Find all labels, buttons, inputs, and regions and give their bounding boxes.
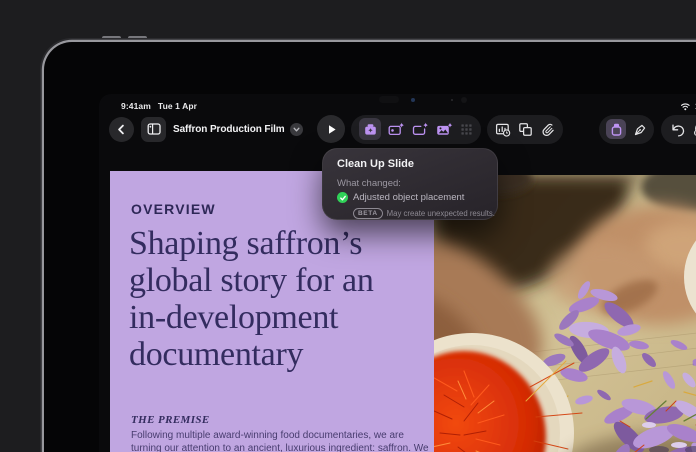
title-chevron-badge[interactable]	[290, 123, 303, 136]
insert-chart-icon	[495, 122, 511, 137]
rewrite-slide-button[interactable]	[388, 122, 405, 137]
beta-badge: BETA	[353, 208, 383, 219]
clean-up-tool-button[interactable]	[606, 119, 626, 139]
popup-change-text: Adjusted object placement	[353, 192, 464, 203]
camera-circle	[461, 97, 467, 103]
camera-pill	[379, 96, 399, 103]
camera-lens-icon	[411, 98, 415, 102]
status-bar-right: 100%	[680, 101, 696, 111]
document-title-menu[interactable]: Saffron Production Film	[173, 123, 303, 136]
back-button[interactable]	[109, 117, 134, 142]
clean-up-tool-icon	[609, 122, 624, 137]
chevron-down-icon	[292, 125, 301, 134]
status-bar-left: 9:41am Tue 1 Apr	[121, 101, 197, 111]
check-circle-icon	[337, 192, 348, 203]
layout-grid-icon-disabled	[460, 123, 473, 136]
toolbar-center	[317, 114, 563, 144]
image-playground-icon	[436, 122, 453, 137]
shapes-button[interactable]	[518, 122, 533, 137]
wifi-icon	[680, 102, 691, 111]
popup-subtitle: What changed:	[337, 178, 401, 189]
draw-button[interactable]	[632, 122, 647, 137]
image-playground-button[interactable]	[436, 122, 453, 137]
frame-sparkle-button[interactable]	[412, 122, 429, 137]
popup-title: Clean Up Slide	[337, 158, 414, 170]
play-icon	[325, 123, 338, 136]
screenshot-stage: 9:41am Tue 1 Apr 100% Saffron Pro	[0, 0, 696, 452]
slide-navigator-icon	[146, 121, 162, 137]
camera-sensor-dot	[451, 99, 453, 101]
rewrite-slide-icon	[388, 122, 405, 137]
status-date: Tue 1 Apr	[158, 101, 197, 111]
slide-body-text[interactable]: Following multiple award-winning food do…	[131, 430, 433, 452]
layout-grid-icon	[460, 123, 473, 136]
clean-up-slide-icon	[363, 122, 378, 137]
popup-change-row: Adjusted object placement	[337, 192, 464, 203]
play-button[interactable]	[317, 115, 345, 143]
edit-tools-group	[599, 115, 654, 144]
attachment-button[interactable]	[540, 122, 555, 137]
clean-up-slide-popup: Clean Up Slide What changed: Adjusted ob…	[322, 148, 498, 220]
ipad-screen: 9:41am Tue 1 Apr 100% Saffron Pro	[99, 94, 696, 452]
paperclip-icon	[540, 122, 555, 137]
slide-eyebrow[interactable]: OVERVIEW	[131, 201, 216, 217]
navbar: Saffron Production Film	[109, 115, 303, 143]
undo-button[interactable]	[669, 122, 685, 137]
slide-navigator-button[interactable]	[141, 117, 166, 142]
insert-chart-button[interactable]	[495, 122, 511, 137]
toolbar-right	[599, 114, 696, 144]
frame-sparkle-icon	[412, 122, 429, 137]
chevron-left-icon	[114, 122, 129, 137]
document-title: Saffron Production Film	[173, 124, 285, 135]
undo-icon	[669, 122, 685, 137]
clean-up-slide-button[interactable]	[359, 118, 381, 140]
actions-group	[661, 115, 696, 144]
insert-group	[487, 115, 563, 144]
shapes-icon	[518, 122, 533, 137]
draw-icon	[632, 122, 647, 137]
ai-tools-group	[351, 115, 481, 144]
status-time: 9:41am	[121, 101, 151, 111]
ipad-frame: 9:41am Tue 1 Apr 100% Saffron Pro	[44, 42, 696, 452]
slide-headline[interactable]: Shaping saffron’s global story for an in…	[129, 225, 431, 373]
slide-section-label[interactable]: THE PREMISE	[131, 414, 210, 426]
popup-beta-row: BETA May create unexpected results.	[353, 208, 495, 219]
beta-note: May create unexpected results.	[387, 209, 495, 218]
